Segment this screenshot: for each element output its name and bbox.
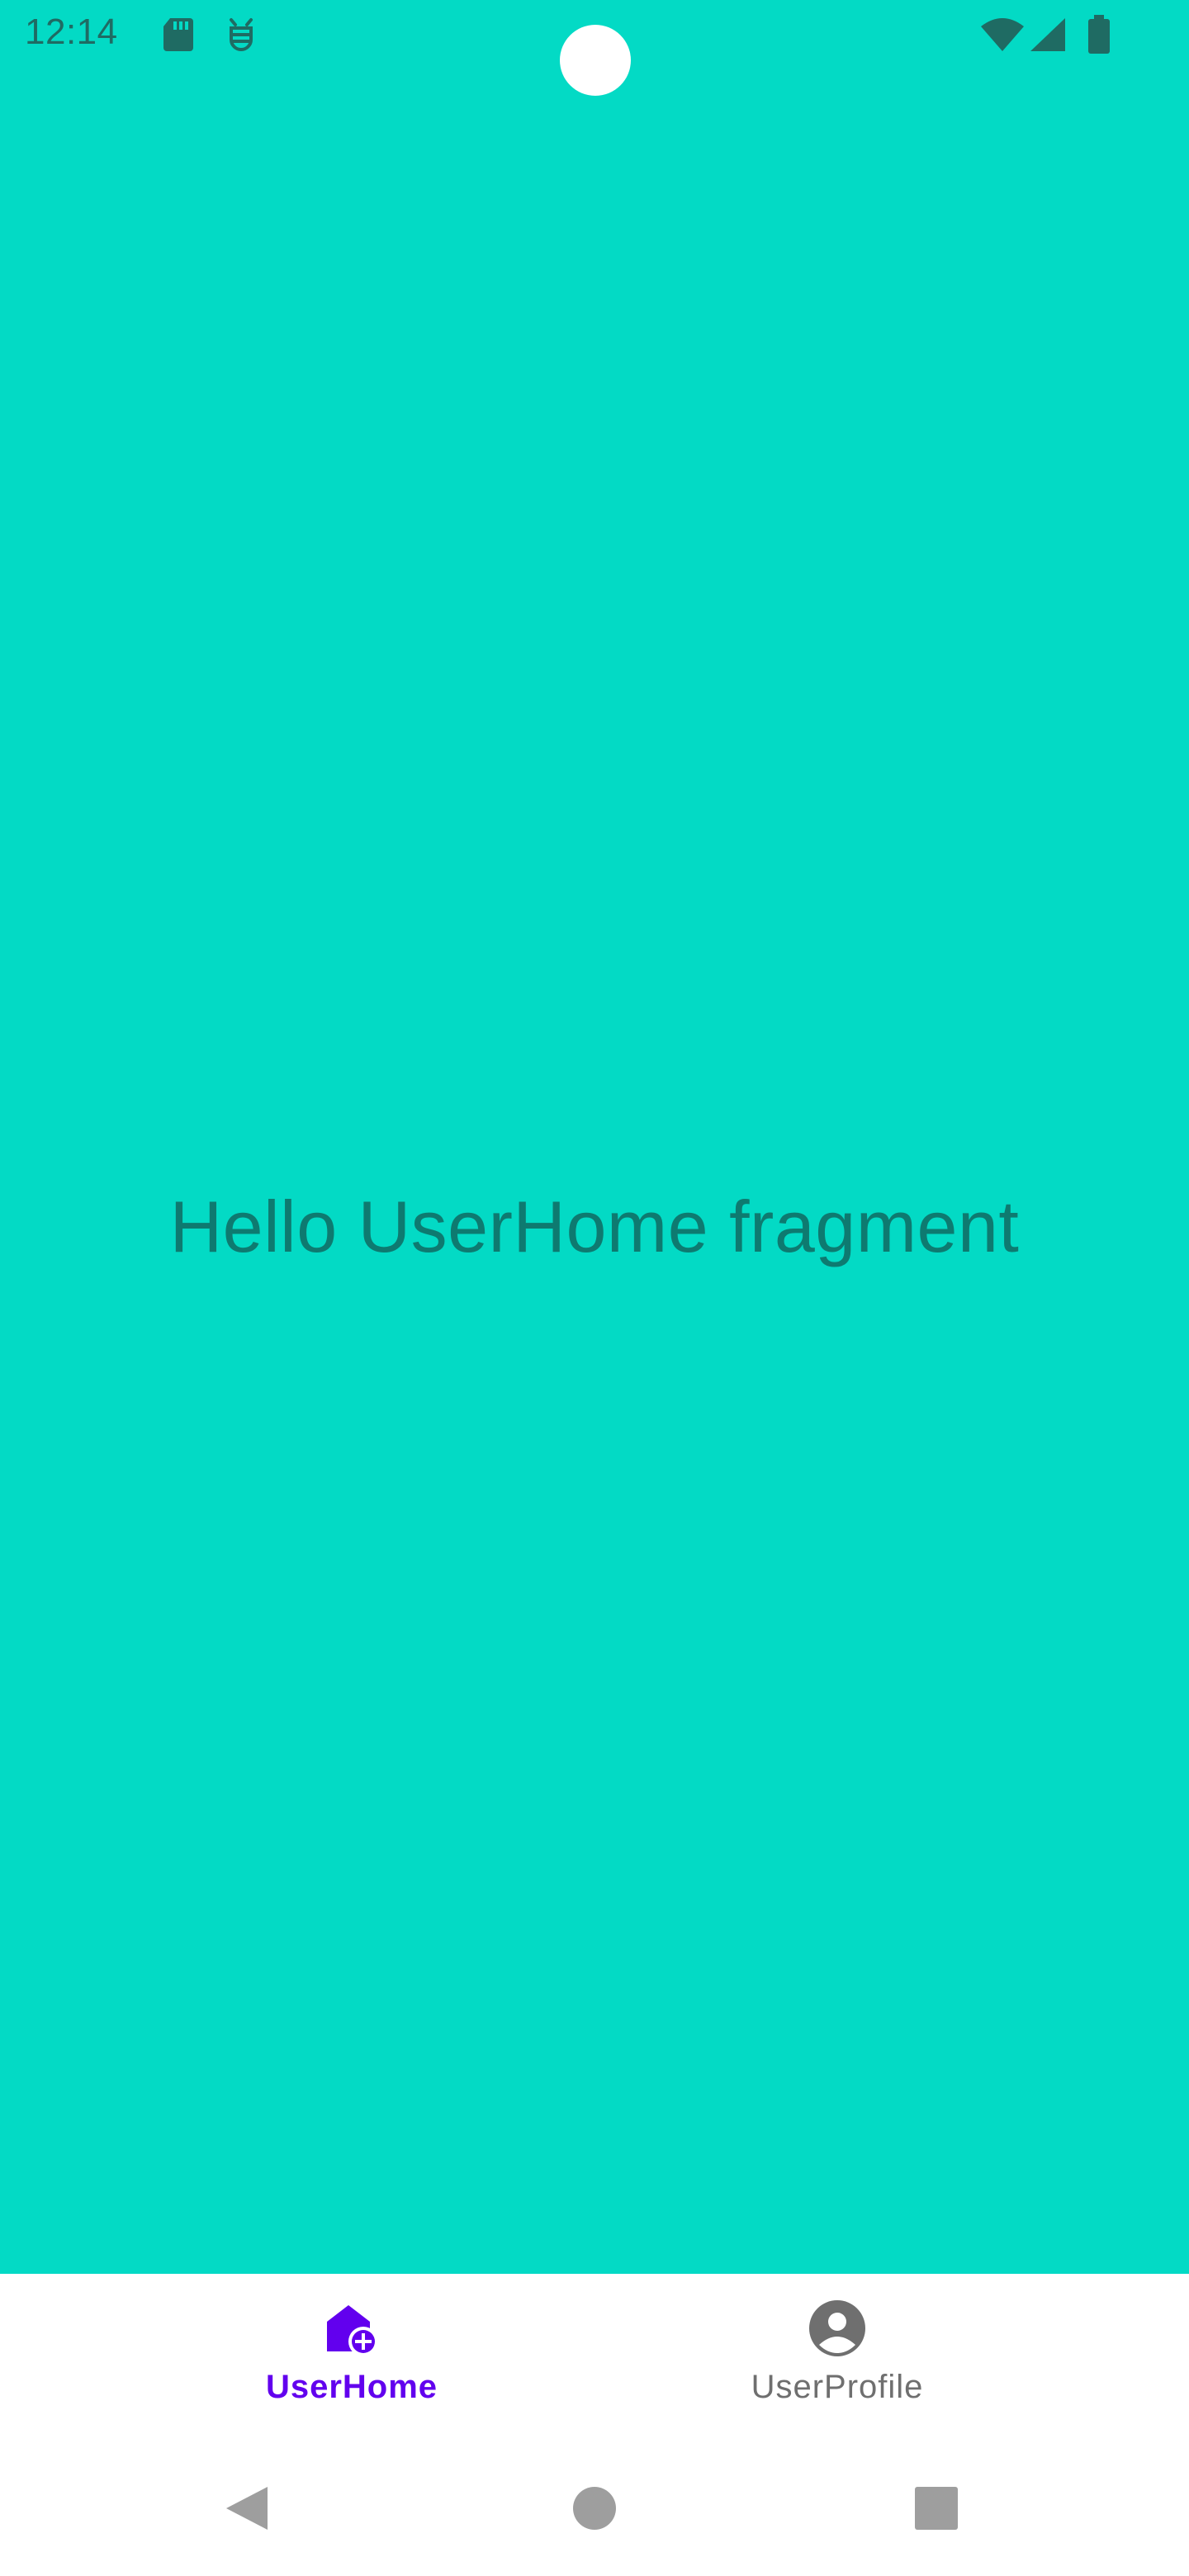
- status-bar: 12:14: [0, 0, 1189, 96]
- nav-label-userhome: UserHome: [265, 2369, 438, 2405]
- signal-icon: [1027, 17, 1067, 57]
- account-circle-icon: [713, 2297, 961, 2364]
- app-screen: 12:14 Hello UserHome fragment UserHome U…: [0, 0, 1189, 2576]
- status-time: 12:14: [25, 12, 118, 52]
- nav-item-userprofile[interactable]: UserProfile: [713, 2297, 961, 2437]
- sd-card-icon: [162, 17, 195, 57]
- battery-icon: [1087, 15, 1111, 59]
- bug-icon: [225, 17, 258, 57]
- home-circle-icon[interactable]: [571, 2484, 618, 2534]
- wifi-icon: [979, 17, 1026, 57]
- hello-message: Hello UserHome fragment: [169, 1186, 1020, 1267]
- system-navigation-bar: [0, 2455, 1189, 2576]
- nav-label-userprofile: UserProfile: [751, 2369, 924, 2405]
- fragment-container: Hello UserHome fragment: [0, 69, 1189, 2274]
- recents-square-icon[interactable]: [913, 2484, 959, 2534]
- home-add-icon: [228, 2297, 476, 2364]
- back-triangle-icon[interactable]: [221, 2484, 271, 2537]
- nav-item-userhome[interactable]: UserHome: [228, 2297, 476, 2437]
- bottom-navigation: UserHome UserProfile: [0, 2274, 1189, 2455]
